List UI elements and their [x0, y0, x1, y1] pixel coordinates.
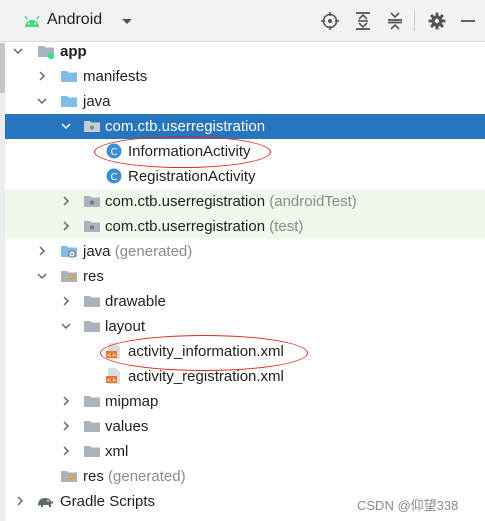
project-toolbar: Android — [0, 0, 485, 42]
tree-node-values[interactable]: values — [5, 414, 485, 439]
chevron-right-icon[interactable] — [14, 495, 26, 507]
tree-node-app[interactable]: app — [5, 39, 485, 64]
tree-node-information-activity[interactable]: C InformationActivity — [5, 139, 485, 164]
gear-icon[interactable] — [427, 11, 447, 31]
class-icon: C — [106, 168, 122, 184]
tree-label-xml: xml — [105, 443, 129, 460]
expand-all-icon[interactable] — [353, 11, 373, 31]
chevron-down-icon[interactable] — [36, 95, 48, 107]
folder-name: java — [83, 243, 111, 260]
package-icon — [84, 196, 100, 207]
chevron-right-icon[interactable] — [60, 220, 72, 232]
package-icon — [84, 121, 100, 132]
folder-icon — [84, 296, 100, 307]
svg-text:C: C — [111, 172, 118, 183]
generated-suffix: (generated) — [108, 468, 186, 485]
tree-node-xml[interactable]: xml — [5, 439, 485, 464]
tree-node-package-test[interactable]: com.ctb.userregistration (test) — [5, 214, 485, 239]
module-folder-icon — [38, 46, 55, 60]
tree-label-package-main: com.ctb.userregistration — [105, 118, 266, 135]
folder-icon — [84, 321, 100, 332]
minimize-icon[interactable] — [458, 11, 478, 31]
source-set-suffix: (androidTest) — [269, 193, 357, 210]
package-name: com.ctb.userregistration — [105, 218, 266, 235]
chevron-right-icon[interactable] — [60, 295, 72, 307]
tree-node-res[interactable]: res — [5, 264, 485, 289]
svg-text:<>: <> — [106, 377, 116, 384]
class-icon: C — [106, 143, 122, 159]
tree-node-java-generated[interactable]: java (generated) — [5, 239, 485, 264]
resource-folder-icon — [61, 471, 77, 482]
tree-label-java-generated: java (generated) — [83, 242, 192, 261]
project-view-selector[interactable]: Android — [47, 11, 102, 29]
chevron-right-icon[interactable] — [60, 445, 72, 457]
watermark: CSDN @仰望338 — [357, 498, 459, 513]
android-icon — [24, 15, 40, 27]
layout-file-icon: <> — [106, 343, 120, 359]
source-set-suffix: (test) — [269, 218, 304, 235]
tree-label-package-android-test: com.ctb.userregistration (androidTest) — [105, 192, 357, 211]
tree-label-package-test: com.ctb.userregistration (test) — [105, 217, 303, 236]
chevron-right-icon[interactable] — [60, 195, 72, 207]
tree-node-res-generated[interactable]: res (generated) — [5, 464, 485, 489]
chevron-down-icon[interactable] — [60, 120, 72, 132]
tree-node-layout[interactable]: layout — [5, 314, 485, 339]
chevron-down-icon[interactable] — [120, 14, 134, 28]
tree-node-registration-activity[interactable]: C RegistrationActivity — [5, 164, 485, 189]
folder-icon — [61, 71, 77, 82]
tree-label-activity-registration-xml: activity_registration.xml — [128, 368, 284, 385]
svg-text:<>: <> — [106, 352, 116, 359]
chevron-right-icon[interactable] — [36, 70, 48, 82]
tree-label-manifests: manifests — [83, 68, 148, 85]
tree-label-java: java — [83, 93, 111, 110]
tree-node-activity-registration-xml[interactable]: <> activity_registration.xml — [5, 364, 485, 389]
svg-text:C: C — [111, 147, 118, 158]
chevron-right-icon[interactable] — [60, 420, 72, 432]
locate-icon[interactable] — [320, 11, 340, 31]
tree-label-res-generated: res (generated) — [83, 467, 186, 486]
tree-label-drawable: drawable — [105, 293, 166, 310]
tree-node-java[interactable]: java — [5, 89, 485, 114]
chevron-down-icon[interactable] — [60, 320, 72, 332]
generated-folder-icon — [61, 246, 77, 258]
source-folder-icon — [61, 96, 77, 107]
chevron-down-icon[interactable] — [12, 45, 24, 57]
chevron-right-icon[interactable] — [36, 245, 48, 257]
package-icon — [84, 221, 100, 232]
package-name: com.ctb.userregistration — [105, 193, 266, 210]
toolbar-separator — [414, 11, 415, 31]
resource-folder-icon — [61, 271, 77, 282]
tree-node-activity-information-xml[interactable]: <> activity_information.xml — [5, 339, 485, 364]
tree-node-manifests[interactable]: manifests — [5, 64, 485, 89]
tree-node-package-android-test[interactable]: com.ctb.userregistration (androidTest) — [5, 189, 485, 214]
gradle-elephant-icon — [38, 498, 53, 507]
tree-label-res: res — [83, 268, 104, 285]
folder-icon — [84, 446, 100, 457]
generated-suffix: (generated) — [114, 243, 193, 260]
tree-label-registration-activity: RegistrationActivity — [128, 168, 256, 185]
tree-label-gradle-scripts: Gradle Scripts — [60, 493, 156, 510]
chevron-down-icon[interactable] — [36, 270, 48, 282]
tree-label-mipmap: mipmap — [105, 393, 159, 410]
tree-node-drawable[interactable]: drawable — [5, 289, 485, 314]
chevron-right-icon[interactable] — [60, 395, 72, 407]
tree-node-package-main[interactable]: com.ctb.userregistration — [5, 114, 485, 139]
folder-icon — [84, 396, 100, 407]
folder-name: res — [83, 468, 104, 485]
collapse-all-icon[interactable] — [385, 11, 405, 31]
tree-label-activity-information-xml: activity_information.xml — [128, 343, 284, 360]
layout-file-icon: <> — [106, 368, 120, 384]
tree-label-values: values — [105, 418, 149, 435]
tree-node-mipmap[interactable]: mipmap — [5, 389, 485, 414]
tree-label-app: app — [60, 43, 87, 60]
tree-label-layout: layout — [105, 318, 146, 335]
tree-label-information-activity: InformationActivity — [128, 143, 251, 160]
folder-icon — [84, 421, 100, 432]
